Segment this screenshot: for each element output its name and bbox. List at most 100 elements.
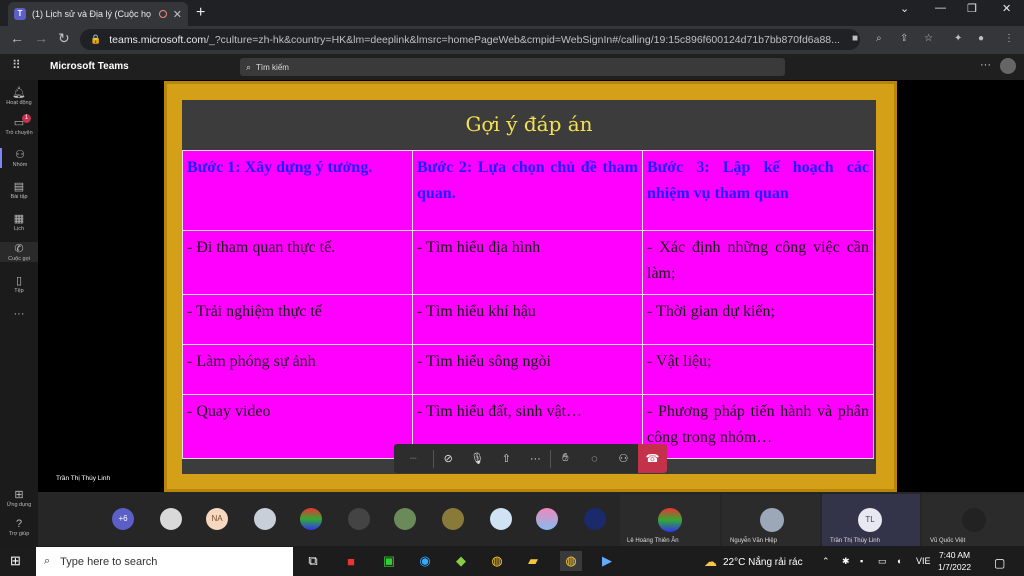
star-icon[interactable]: ☆: [924, 33, 933, 44]
avatar[interactable]: [394, 508, 416, 530]
rail-item-files[interactable]: ▯ Tệp: [0, 274, 38, 294]
weather-widget[interactable]: ☁︎ 22°C Nắng rải rác: [704, 554, 803, 570]
file-explorer-icon[interactable]: ▰: [522, 551, 544, 571]
chevron-up-icon[interactable]: ⌃: [822, 556, 830, 567]
bluestacks-icon[interactable]: ◆: [450, 551, 472, 571]
bluetooth-icon[interactable]: ✱: [842, 556, 850, 567]
more-apps-icon[interactable]: ···: [0, 308, 38, 320]
table-row: - Trải nghiệm thực tế - Tìm hiểu khí hậu…: [182, 294, 874, 345]
rail-item-calls[interactable]: ✆ Cuộc gọi: [0, 242, 38, 262]
rail-item-help[interactable]: ? Trợ giúp: [0, 518, 38, 537]
avatar[interactable]: NA: [206, 508, 228, 530]
task-view-icon[interactable]: ⧉: [302, 551, 324, 571]
table-cell: - Tìm hiểu địa hình: [412, 230, 643, 295]
back-button[interactable]: ←: [10, 30, 24, 46]
more-actions-button[interactable]: ···: [521, 444, 550, 473]
table-cell: - Xác định những công việc cần làm;: [642, 230, 874, 295]
restore-button[interactable]: ❐: [967, 2, 977, 15]
rail-item-chat[interactable]: ▭ 1 Trò chuyện: [0, 114, 38, 136]
bell-icon: 🔔︎: [12, 87, 26, 99]
recording-icon: [158, 10, 167, 18]
url-host: teams.microsoft.com: [109, 33, 207, 46]
volume-icon[interactable]: ◖: [896, 556, 901, 566]
chat-icon: ▭: [13, 117, 25, 129]
edge-icon[interactable]: ◉: [414, 551, 436, 571]
reload-button[interactable]: ↻: [58, 30, 70, 47]
camera-tray-icon[interactable]: ▪: [860, 556, 863, 566]
taskbar-search-input[interactable]: ⌕ Type here to search: [36, 547, 293, 576]
share-icon[interactable]: ⇪: [900, 33, 908, 44]
chrome-active-icon[interactable]: ◍: [560, 551, 582, 571]
table-cell: - Tìm hiểu sông ngòi: [412, 344, 643, 395]
avatar[interactable]: [1000, 58, 1016, 74]
notification-icon[interactable]: ▢: [994, 556, 1005, 570]
mic-off-icon: 🎙︎: [470, 453, 485, 465]
app-launcher-icon[interactable]: ⠿: [12, 58, 21, 72]
menu-icon[interactable]: ⋮: [1004, 33, 1014, 44]
table-cell: - Đi tham quan thực tế.: [182, 230, 413, 295]
table-header-row: Bước 1: Xây dựng ý tưởng. Bước 2: Lựa ch…: [182, 150, 874, 231]
extensions-icon[interactable]: ✦: [954, 33, 962, 44]
forward-button[interactable]: →: [34, 30, 48, 46]
search-placeholder: Tìm kiếm: [256, 62, 289, 72]
new-tab-button[interactable]: +: [196, 4, 205, 22]
avatar[interactable]: [490, 508, 512, 530]
rail-item-calendar[interactable]: ▦ Lịch: [0, 212, 38, 232]
avatar: [760, 508, 784, 532]
participants-button[interactable]: ⚇: [609, 444, 638, 473]
avatar[interactable]: [160, 508, 182, 530]
drag-handle-icon[interactable]: ┄: [394, 444, 433, 473]
rail-item-activity[interactable]: 🔔︎ Hoạt động: [0, 86, 38, 106]
camera-icon[interactable]: ■: [852, 33, 858, 44]
network-icon[interactable]: ▭: [878, 556, 887, 567]
avatar: [658, 508, 682, 532]
people-icon: ⚇: [618, 453, 629, 465]
chrome-icon[interactable]: ◍: [486, 551, 508, 571]
avatar[interactable]: [584, 508, 606, 530]
input-language[interactable]: VIE: [916, 556, 931, 566]
search-icon: ⌕: [246, 61, 252, 72]
browser-tab[interactable]: T (1) Lịch sử và Địa lý (Cuộc họ ✕: [8, 2, 188, 26]
call-controls: ┄ ⊘ 🎙︎ ⇧ ··· ✋︎ ◌ ⚇ ☎︎: [394, 444, 668, 473]
overflow-participants[interactable]: +6: [112, 508, 134, 530]
windows-start-icon[interactable]: ⊞: [10, 553, 21, 569]
avatar[interactable]: [536, 508, 558, 530]
rail-item-assignments[interactable]: ▤ Bài tập: [0, 180, 38, 200]
teams-taskbar-icon[interactable]: ▶: [596, 551, 618, 571]
chevron-down-icon[interactable]: ⌄: [900, 2, 909, 15]
camera-off-button[interactable]: ⊘: [434, 444, 463, 473]
close-window-button[interactable]: ✕: [1002, 2, 1011, 15]
phone-icon: ✆: [14, 243, 24, 255]
clock[interactable]: 7:40 AM 1/7/2022: [938, 549, 971, 573]
raise-hand-button[interactable]: ✋︎: [551, 444, 580, 473]
chat-icon: ◌: [591, 452, 598, 465]
table-cell: - Phương pháp tiến hành và phân công tro…: [642, 394, 874, 459]
avatar[interactable]: [442, 508, 464, 530]
more-options-icon[interactable]: ···: [980, 59, 991, 71]
leave-call-button[interactable]: ☎︎: [637, 444, 668, 473]
cloud-sun-icon: ☁︎: [704, 554, 717, 569]
teams-icon: T: [14, 8, 26, 20]
rail-item-teams[interactable]: ⚇ Nhóm: [0, 148, 38, 168]
avatar[interactable]: [348, 508, 370, 530]
teams-icon: ⚇: [15, 149, 25, 161]
avatar[interactable]: [300, 508, 322, 530]
calendar-icon: ▦: [13, 213, 25, 225]
excel-icon[interactable]: ▣: [378, 551, 400, 571]
profile-icon[interactable]: ●: [978, 33, 984, 44]
hand-icon: ✋︎: [562, 452, 569, 464]
zoom-icon[interactable]: ⌕: [876, 33, 882, 44]
minimize-button[interactable]: —: [935, 2, 946, 14]
avatar[interactable]: [254, 508, 276, 530]
roblox-icon[interactable]: ■: [340, 551, 362, 571]
rail-item-apps[interactable]: ⊞ Ứng dụng: [0, 488, 38, 508]
participant-name: Lê Hoàng Thiên Ân: [627, 538, 679, 544]
mic-off-button[interactable]: 🎙︎: [463, 444, 492, 473]
close-tab-icon[interactable]: ✕: [173, 8, 182, 21]
search-input[interactable]: ⌕ Tìm kiếm: [240, 58, 785, 76]
search-icon: ⌕: [44, 555, 51, 567]
url-input[interactable]: 🔒 teams.microsoft.com/_?culture=zh-hk&co…: [80, 29, 860, 50]
clock-time: 7:40 AM: [938, 550, 971, 560]
chat-button[interactable]: ◌: [580, 444, 609, 473]
share-screen-button[interactable]: ⇧: [492, 444, 521, 473]
